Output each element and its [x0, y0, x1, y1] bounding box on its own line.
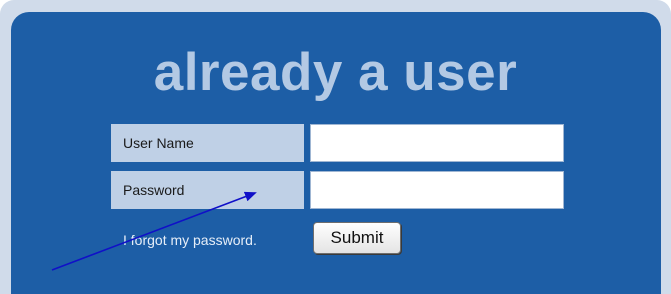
password-label: Password — [111, 171, 304, 209]
username-label: User Name — [111, 124, 304, 162]
forgot-password-link[interactable]: I forgot my password. — [123, 231, 257, 249]
submit-button[interactable]: Submit — [313, 222, 401, 254]
login-widget: already a user User Name Password I forg… — [0, 0, 671, 294]
username-input[interactable] — [310, 124, 564, 162]
login-title: already a user — [153, 43, 518, 102]
password-input[interactable] — [310, 171, 564, 209]
